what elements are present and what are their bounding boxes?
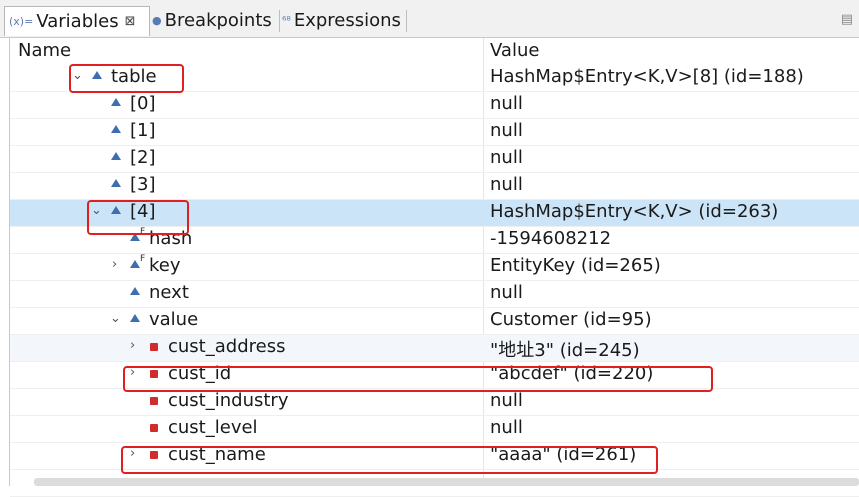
tab-expressions-label: Expressions bbox=[293, 9, 401, 31]
variable-value: Customer (id=95) bbox=[490, 309, 652, 330]
expand-toggle-icon[interactable]: › bbox=[112, 257, 117, 272]
variable-name: cust_address bbox=[168, 336, 286, 357]
private-field-icon bbox=[150, 424, 158, 432]
variable-name: [2] bbox=[130, 147, 156, 168]
variable-value: null bbox=[490, 120, 523, 141]
column-header-name[interactable]: Name bbox=[18, 40, 71, 61]
variable-icon bbox=[111, 152, 121, 160]
tree-row-field[interactable]: ⌄ value Customer (id=95) bbox=[10, 308, 859, 335]
tree-row-index[interactable]: [2] null bbox=[10, 146, 859, 173]
tree-row-index[interactable]: [1] null bbox=[10, 119, 859, 146]
column-header-value[interactable]: Value bbox=[490, 40, 539, 61]
tree-row-index[interactable]: [0] null bbox=[10, 92, 859, 119]
variable-name: cust_level bbox=[168, 417, 258, 438]
variable-name: next bbox=[149, 282, 189, 303]
variable-value: HashMap$Entry<K,V>[8] (id=188) bbox=[490, 66, 804, 87]
horizontal-scrollbar[interactable] bbox=[34, 478, 859, 486]
variable-value: EntityKey (id=265) bbox=[490, 255, 661, 276]
expand-toggle-icon[interactable]: ⌄ bbox=[110, 311, 121, 326]
private-field-icon bbox=[150, 343, 158, 351]
variable-name: cust_industry bbox=[168, 390, 289, 411]
variable-value: null bbox=[490, 93, 523, 114]
tree-row-field[interactable]: cust_level null bbox=[10, 416, 859, 443]
variable-name: key bbox=[149, 255, 181, 276]
highlight-box-table bbox=[69, 64, 184, 93]
tab-separator bbox=[279, 10, 280, 32]
highlight-box-index-4 bbox=[87, 200, 189, 235]
table-header: Name Value bbox=[10, 38, 859, 65]
view-menu-icon[interactable]: ▤ bbox=[841, 12, 853, 27]
variable-name: [3] bbox=[130, 174, 156, 195]
expand-toggle-icon[interactable]: › bbox=[130, 338, 135, 353]
tab-variables-label: Variables bbox=[36, 11, 119, 32]
variable-value: "地址3" (id=245) bbox=[490, 340, 640, 361]
tree-row-field[interactable]: › F key EntityKey (id=265) bbox=[10, 254, 859, 281]
variable-name: [1] bbox=[130, 120, 156, 141]
variable-value: null bbox=[490, 390, 523, 411]
variable-value: null bbox=[490, 282, 523, 303]
highlight-box-cust-name bbox=[121, 446, 658, 474]
variable-icon bbox=[130, 287, 140, 295]
breakpoints-icon: ● bbox=[152, 13, 162, 27]
tree-row-index[interactable]: [3] null bbox=[10, 173, 859, 200]
expressions-icon: ⁶⁸ bbox=[282, 13, 291, 27]
private-field-icon bbox=[150, 397, 158, 405]
variables-icon: (x)= bbox=[9, 15, 34, 28]
tab-expressions[interactable]: ⁶⁸ Expressions bbox=[282, 8, 401, 32]
tree-row-field[interactable]: cust_industry null bbox=[10, 389, 859, 416]
variable-icon bbox=[130, 314, 140, 322]
final-field-icon bbox=[130, 260, 140, 268]
variable-value: null bbox=[490, 147, 523, 168]
variable-icon bbox=[111, 125, 121, 133]
close-icon[interactable]: ⊠ bbox=[125, 14, 136, 29]
view-tab-bar: (x)= Variables ⊠ ● Breakpoints ⁶⁸ Expres… bbox=[0, 0, 859, 38]
variable-name: value bbox=[149, 309, 199, 330]
tree-row-field[interactable]: › cust_address "地址3" (id=245) bbox=[10, 335, 859, 362]
variable-name: [0] bbox=[130, 93, 156, 114]
variable-value: HashMap$Entry<K,V> (id=263) bbox=[490, 201, 779, 222]
tab-breakpoints-label: Breakpoints bbox=[164, 9, 272, 31]
variables-tree-table: Name Value ⌄ table HashMap$Entry<K,V>[8]… bbox=[9, 38, 859, 497]
tab-breakpoints[interactable]: ● Breakpoints bbox=[152, 8, 272, 32]
tab-variables[interactable]: (x)= Variables ⊠ bbox=[4, 6, 150, 36]
variable-icon bbox=[111, 98, 121, 106]
highlight-box-cust-id bbox=[123, 366, 713, 392]
variable-value: null bbox=[490, 417, 523, 438]
tab-separator bbox=[406, 10, 407, 32]
variable-value: null bbox=[490, 174, 523, 195]
tree-row-field[interactable]: next null bbox=[10, 281, 859, 308]
final-marker: F bbox=[140, 254, 146, 264]
variable-value: -1594608212 bbox=[490, 228, 612, 249]
variable-icon bbox=[111, 179, 121, 187]
